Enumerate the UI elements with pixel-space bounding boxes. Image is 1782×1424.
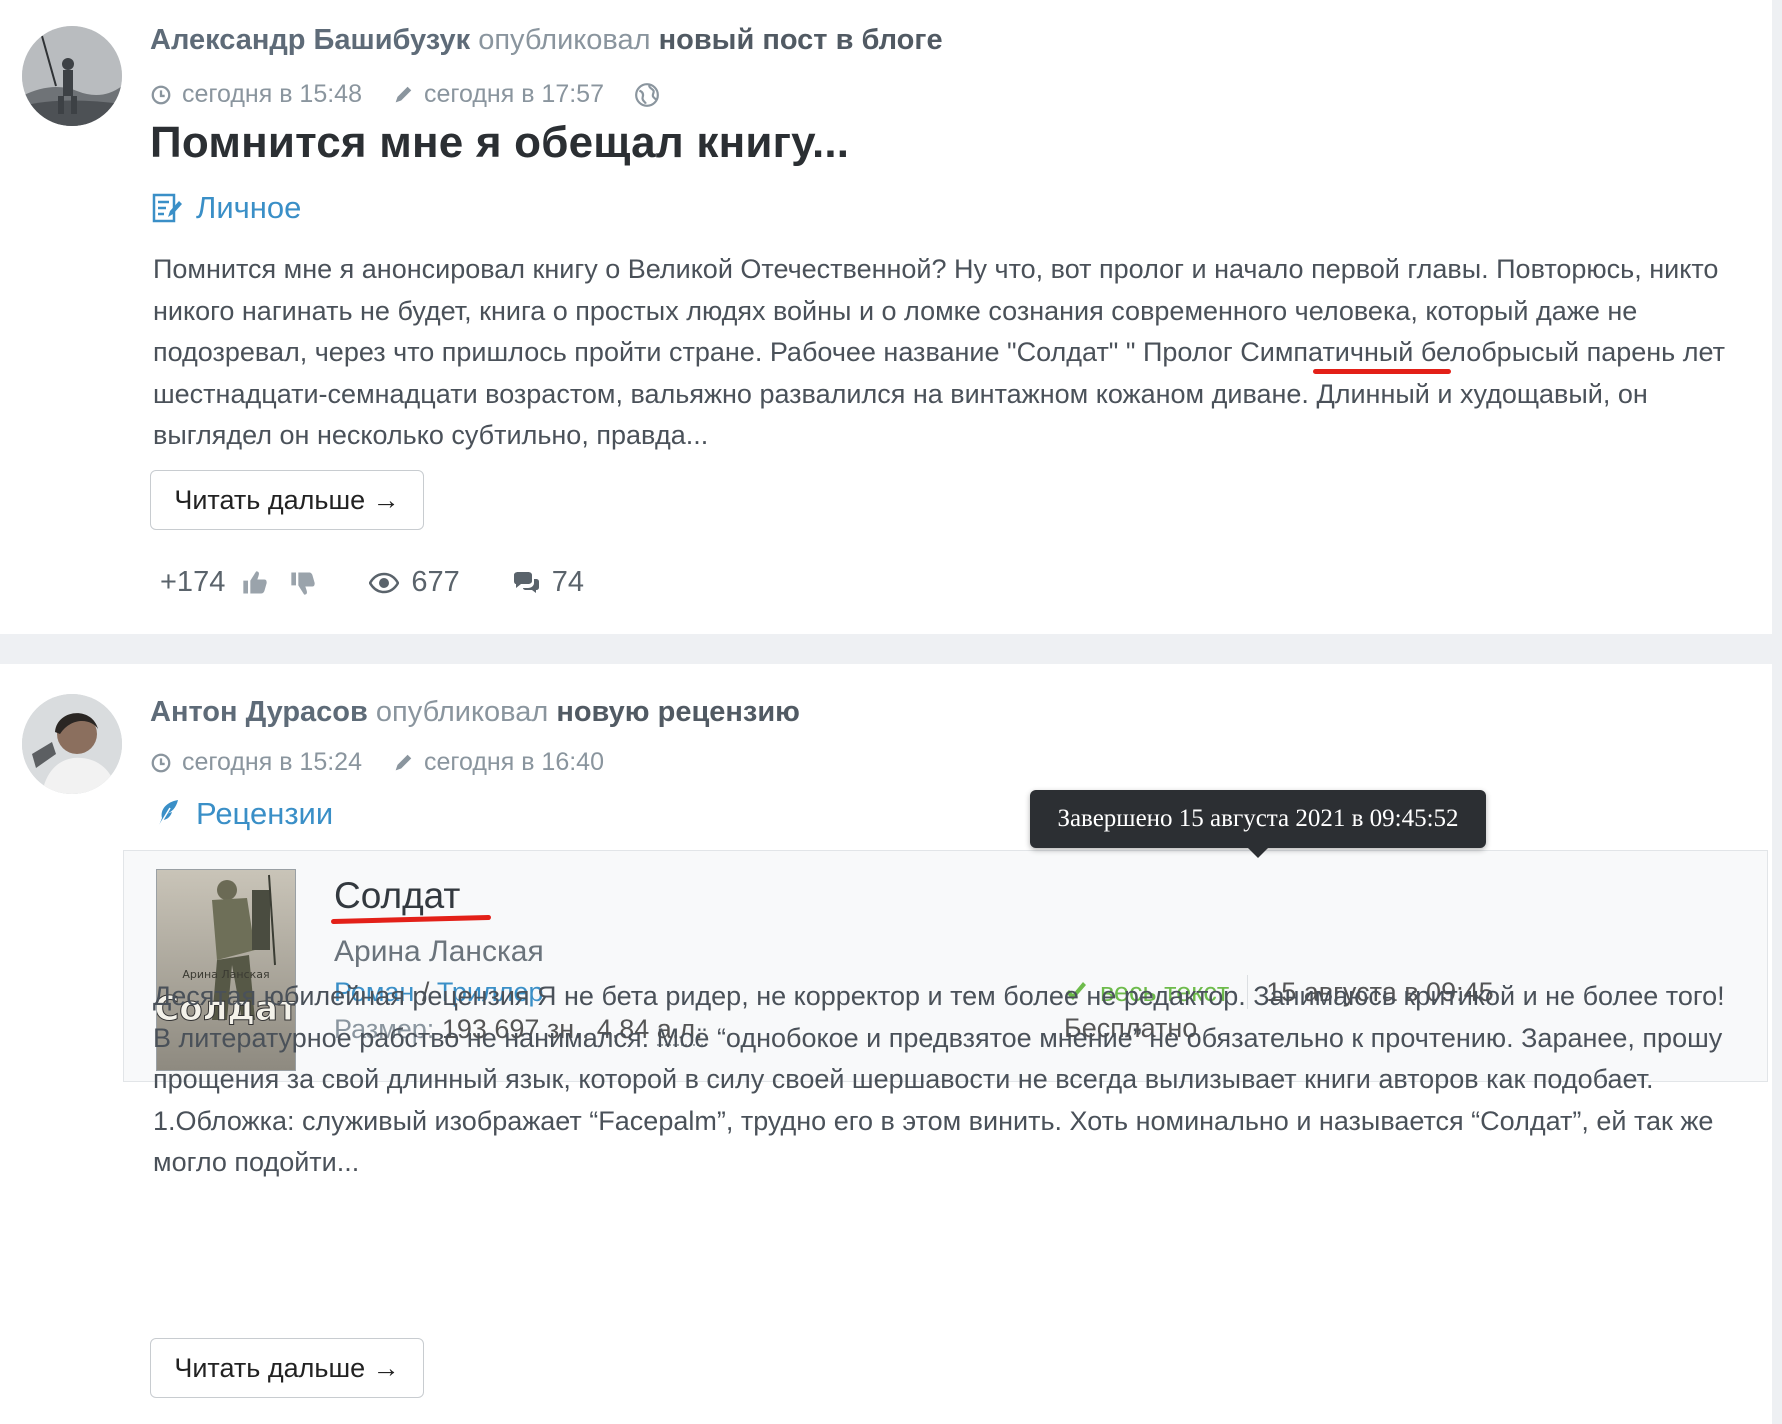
book-author[interactable]: Арина Ланская [334, 935, 544, 969]
published-label: опубликовал [375, 696, 549, 728]
read-more-button[interactable]: Читать дальше → [150, 1338, 424, 1398]
author-name[interactable]: Александр Башибузук [150, 24, 470, 56]
pencil-icon [395, 86, 412, 102]
author-avatar[interactable] [22, 694, 122, 794]
post-meta: сегодня в 15:24 сегодня в 16:40 [150, 748, 604, 777]
post-type-link[interactable]: новую рецензию [556, 696, 800, 728]
comments-icon [513, 571, 539, 593]
feed-card-review: Антон Дурасов опубликовал новую рецензию… [0, 664, 1772, 1424]
edited-time: сегодня в 16:40 [424, 748, 604, 776]
author-name[interactable]: Антон Дурасов [150, 696, 368, 728]
comments-count: 74 [551, 566, 584, 598]
completion-tooltip: Завершено 15 августа 2021 в 09:45:52 [1030, 790, 1486, 858]
created-time: сегодня в 15:48 [182, 80, 362, 108]
feather-icon [157, 800, 178, 829]
post-type-link[interactable]: новый пост в блоге [659, 24, 943, 56]
views: 677 [369, 566, 460, 599]
author-avatar[interactable] [22, 26, 122, 126]
globe-icon [635, 82, 659, 107]
category-link[interactable]: Личное [152, 190, 301, 226]
avatar-soldier-image [22, 26, 122, 126]
thumbs-up-icon[interactable] [241, 569, 269, 597]
category-link[interactable]: Рецензии [152, 796, 333, 832]
eye-icon [369, 572, 400, 593]
category-label: Личное [196, 190, 302, 225]
annotation-underline [1313, 369, 1451, 374]
blog-notepad-icon [152, 193, 182, 223]
clock-icon [151, 753, 171, 772]
rating: +174 [160, 566, 317, 599]
post-stats: +174 677 74 [160, 566, 584, 599]
published-label: опубликовал [478, 24, 651, 56]
clock-icon [151, 85, 171, 104]
review-excerpt: Десятая юбилейная рецензия Я не бета рид… [153, 981, 1725, 1177]
post-header: Александр Башибузук опубликовал новый по… [150, 24, 943, 57]
read-more-button[interactable]: Читать дальше → [150, 470, 424, 530]
avatar-person-image [22, 694, 122, 794]
pencil-icon [395, 754, 412, 770]
category-label: Рецензии [196, 796, 334, 831]
post-header: Антон Дурасов опубликовал новую рецензию [150, 696, 800, 729]
comments[interactable]: 74 [512, 566, 584, 599]
edited-time: сегодня в 17:57 [424, 80, 604, 108]
post-title[interactable]: Помнится мне я обещал книгу... [150, 118, 849, 168]
views-count: 677 [411, 566, 460, 598]
feed-card-blog-post: Александр Башибузук опубликовал новый по… [0, 0, 1772, 634]
thumbs-down-icon[interactable] [289, 569, 317, 597]
post-excerpt: Помнится мне я анонсировал книгу о Велик… [153, 254, 1725, 450]
created-time: сегодня в 15:24 [182, 748, 362, 776]
book-title[interactable]: Солдат [334, 875, 460, 917]
post-meta: сегодня в 15:48 сегодня в 17:57 [150, 80, 670, 109]
rating-value: +174 [160, 566, 226, 598]
